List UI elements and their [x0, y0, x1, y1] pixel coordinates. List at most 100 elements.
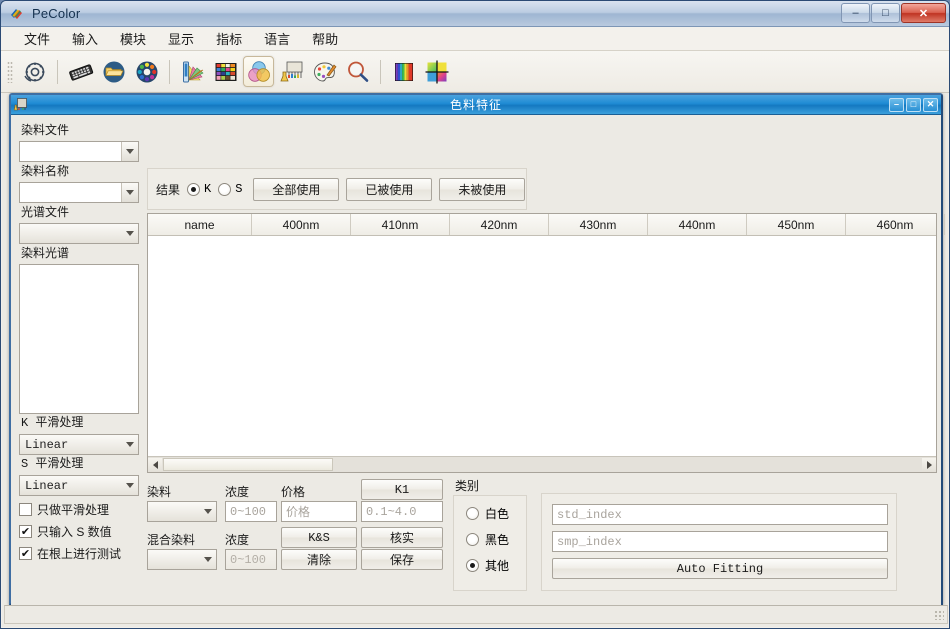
table-column-450nm[interactable]: 450nm — [747, 214, 846, 235]
category-option-white-row[interactable]: 白色 — [466, 505, 526, 522]
k1-button[interactable]: K1 — [361, 479, 443, 500]
menu-language[interactable]: 语言 — [253, 26, 301, 51]
category-radio-black[interactable] — [466, 533, 479, 546]
chevron-down-icon[interactable] — [121, 142, 138, 161]
chevron-down-icon[interactable] — [121, 183, 138, 202]
test-on-root-checkbox[interactable]: ✔ — [19, 547, 32, 560]
category-radio-other[interactable] — [466, 559, 479, 572]
color-mixing-circles-icon[interactable] — [243, 56, 274, 87]
spectrum-bars-icon[interactable] — [388, 56, 419, 87]
dye-file-combo[interactable] — [19, 141, 139, 162]
use-all-button[interactable]: 全部使用 — [253, 177, 340, 201]
table-column-name[interactable]: name — [148, 214, 252, 235]
auto-fitting-button[interactable]: Auto Fitting — [552, 558, 888, 579]
price-input[interactable]: 价格 — [281, 501, 357, 522]
result-radio-s-row[interactable]: S — [218, 182, 242, 196]
s-value-only-checkbox-row[interactable]: ✔ 只输入 S 数值 — [19, 523, 139, 540]
result-radio-k[interactable] — [187, 182, 201, 196]
index-group: std_index smp_index Auto Fitting — [541, 493, 897, 591]
table-horizontal-scrollbar[interactable] — [148, 456, 936, 472]
color-wheel-icon[interactable] — [131, 56, 162, 87]
menu-help[interactable]: 帮助 — [301, 26, 349, 51]
category-option-black-row[interactable]: 黑色 — [466, 531, 526, 548]
result-radio-k-row[interactable]: K — [187, 182, 211, 196]
table-column-400nm[interactable]: 400nm — [252, 214, 351, 235]
toolbar-separator — [169, 59, 170, 84]
s-smooth-combo[interactable]: Linear — [19, 475, 139, 496]
dye-name-combo[interactable] — [19, 182, 139, 203]
menu-index[interactable]: 指标 — [205, 26, 253, 51]
statusbar — [4, 605, 948, 624]
minimize-button[interactable]: – — [841, 3, 870, 23]
close-button[interactable]: ✕ — [901, 3, 946, 23]
result-label: 结果 — [156, 182, 181, 197]
used-button[interactable]: 已被使用 — [346, 177, 433, 201]
k-smooth-combo[interactable]: Linear — [19, 434, 139, 455]
colorant-characteristics-dialog: 色料特征 – □ ✕ 染料文件 染料名称 光谱文件 染料光谱 K 平滑处理 Li… — [9, 93, 945, 605]
color-palette-grid-icon[interactable] — [210, 56, 241, 87]
chevron-down-icon[interactable] — [121, 435, 138, 454]
spectrum-file-combo[interactable] — [19, 223, 139, 244]
category-option-other-row[interactable]: 其他 — [466, 557, 526, 574]
pecolor-logo-icon — [9, 6, 25, 22]
result-radio-s[interactable] — [218, 182, 232, 196]
smp-index-input[interactable]: smp_index — [552, 531, 888, 552]
category-label-other: 其他 — [485, 559, 510, 573]
keyboard-icon[interactable] — [65, 56, 96, 87]
mixed-concentration-input[interactable]: 0~100 — [225, 549, 277, 570]
scroll-right-arrow-icon[interactable] — [922, 457, 936, 472]
mixed-concentration-label: 浓度 — [225, 533, 250, 547]
table-column-420nm[interactable]: 420nm — [450, 214, 549, 235]
smooth-only-label: 只做平滑处理 — [37, 503, 110, 517]
menu-input[interactable]: 输入 — [61, 26, 109, 51]
dialog-maximize-button[interactable]: □ — [906, 97, 921, 112]
dye-combo[interactable] — [147, 501, 217, 522]
lab-beaker-icon[interactable] — [276, 56, 307, 87]
menu-file[interactable]: 文件 — [13, 26, 61, 51]
test-on-root-checkbox-row[interactable]: ✔ 在根上进行测试 — [19, 545, 139, 562]
unused-button[interactable]: 未被使用 — [439, 177, 526, 201]
application-window: PeColor – □ ✕ 文件 输入 模块 显示 指标 语言 帮助 色料特征 … — [0, 0, 950, 629]
menu-display[interactable]: 显示 — [157, 26, 205, 51]
menubar: 文件 输入 模块 显示 指标 语言 帮助 — [1, 27, 949, 51]
table-body[interactable] — [148, 236, 936, 456]
dialog-minimize-button[interactable]: – — [889, 97, 904, 112]
color-fan-deck-icon[interactable] — [177, 56, 208, 87]
chevron-down-icon[interactable] — [121, 476, 138, 495]
dialog-close-button[interactable]: ✕ — [923, 97, 938, 112]
ks-button[interactable]: K&S — [281, 527, 357, 548]
paint-palette-icon[interactable] — [309, 56, 340, 87]
dye-spectrum-label: 染料光谱 — [21, 246, 70, 260]
menu-module[interactable]: 模块 — [109, 26, 157, 51]
folder-open-icon[interactable] — [98, 56, 129, 87]
chevron-down-icon[interactable] — [199, 502, 216, 521]
table-column-410nm[interactable]: 410nm — [351, 214, 450, 235]
concentration-input[interactable]: 0~100 — [225, 501, 277, 522]
table-column-460nm[interactable]: 460nm — [846, 214, 945, 235]
table-column-430nm[interactable]: 430nm — [549, 214, 648, 235]
table-column-440nm[interactable]: 440nm — [648, 214, 747, 235]
k1-range-input[interactable]: 0.1~4.0 — [361, 501, 443, 522]
scrollbar-thumb[interactable] — [163, 458, 333, 471]
save-button[interactable]: 保存 — [361, 549, 443, 570]
smooth-only-checkbox-row[interactable]: 只做平滑处理 — [19, 501, 139, 518]
chevron-down-icon[interactable] — [121, 224, 138, 243]
verify-button[interactable]: 核实 — [361, 527, 443, 548]
settings-gear-icon[interactable] — [19, 56, 50, 87]
toolbar-grip[interactable] — [7, 60, 13, 83]
smooth-only-checkbox[interactable] — [19, 503, 32, 516]
chevron-down-icon[interactable] — [199, 550, 216, 569]
maximize-button[interactable]: □ — [871, 3, 900, 23]
resize-grip-icon[interactable] — [934, 610, 944, 620]
result-group: 结果 K S 全部使用 已被使用 未被使用 — [147, 168, 527, 210]
mixed-dye-combo[interactable] — [147, 549, 217, 570]
category-radio-white[interactable] — [466, 507, 479, 520]
s-value-only-checkbox[interactable]: ✔ — [19, 525, 32, 538]
toolbar-separator — [57, 59, 58, 84]
magnifier-icon[interactable] — [342, 56, 373, 87]
clear-button[interactable]: 清除 — [281, 549, 357, 570]
color-target-icon[interactable] — [421, 56, 452, 87]
std-index-input[interactable]: std_index — [552, 504, 888, 525]
dye-spectrum-listbox[interactable] — [19, 264, 139, 414]
scroll-left-arrow-icon[interactable] — [148, 457, 162, 472]
